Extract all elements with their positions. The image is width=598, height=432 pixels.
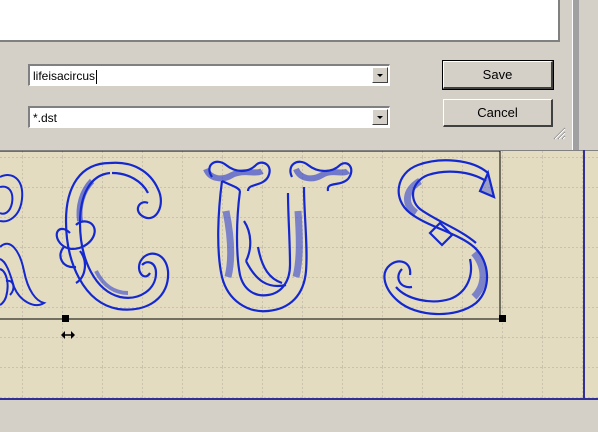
horizontal-resize-cursor-icon — [61, 331, 75, 339]
filetype-combobox[interactable]: *.dst — [28, 106, 390, 128]
selection-handle-icon — [62, 315, 69, 322]
filename-input[interactable]: lifeisacircus — [33, 69, 98, 84]
status-strip — [0, 400, 598, 432]
selection-handle-icon — [499, 315, 506, 322]
canvas-frame-edge — [583, 150, 585, 400]
dropdown-arrow-icon[interactable] — [372, 109, 388, 125]
design-preview — [0, 151, 598, 398]
filename-combobox[interactable]: lifeisacircus — [28, 64, 390, 86]
dropdown-arrow-icon[interactable] — [372, 67, 388, 83]
dialog-frame-edge — [572, 0, 579, 150]
resize-grip-icon[interactable] — [552, 126, 566, 140]
file-list-area[interactable] — [0, 0, 560, 42]
text-caret — [96, 69, 98, 84]
filetype-select[interactable]: *.dst — [33, 111, 57, 125]
cancel-button[interactable]: Cancel — [443, 99, 553, 127]
embroidery-canvas[interactable] — [0, 150, 598, 400]
save-button[interactable]: Save — [443, 61, 553, 89]
